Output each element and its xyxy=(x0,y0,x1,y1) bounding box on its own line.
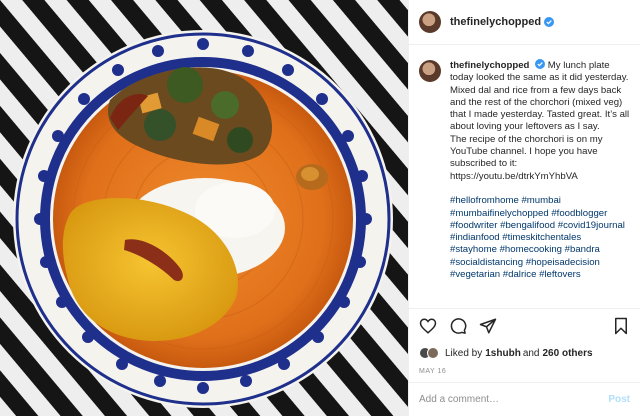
add-comment-bar: Add a comment… Post xyxy=(409,382,640,416)
heart-icon[interactable] xyxy=(419,317,437,335)
comment-icon[interactable] xyxy=(449,317,467,335)
bookmark-icon[interactable] xyxy=(612,317,630,335)
author-username[interactable]: thefinelychopped xyxy=(450,16,541,28)
caption-username[interactable]: thefinelychopped xyxy=(450,60,529,71)
caption-line-2: The recipe of the chorchori is on my You… xyxy=(450,133,603,170)
post-header: thefinelychopped xyxy=(409,0,640,45)
post-photo[interactable] xyxy=(0,0,408,416)
verified-badge-icon xyxy=(544,17,555,27)
comment-input[interactable]: Add a comment… xyxy=(419,394,608,405)
post-side-panel: thefinelychopped thefinelychopped My lun… xyxy=(408,0,640,416)
likes-prefix: Liked by xyxy=(445,347,483,359)
likes-summary: Liked by 1shubh and 260 others xyxy=(409,342,640,362)
food-plate-image xyxy=(0,0,408,416)
likes-user[interactable]: 1shubh xyxy=(485,348,521,359)
caption-area: thefinelychopped My lunch plate today lo… xyxy=(409,45,640,308)
action-bar xyxy=(409,308,640,342)
caption-row: thefinelychopped My lunch plate today lo… xyxy=(419,59,630,281)
caption-hashtags[interactable]: #hellofromhome #mumbai #mumbaifinelychop… xyxy=(450,195,630,281)
post-comment-button[interactable]: Post xyxy=(608,394,630,405)
post-date[interactable]: MAY 16 xyxy=(409,362,640,382)
caption-avatar[interactable] xyxy=(419,60,441,82)
likes-count[interactable]: 260 others xyxy=(543,348,593,359)
verified-badge-icon xyxy=(535,59,546,69)
instagram-post: thefinelychopped thefinelychopped My lun… xyxy=(0,0,640,416)
share-icon[interactable] xyxy=(479,317,497,335)
caption-text: thefinelychopped My lunch plate today lo… xyxy=(450,59,630,281)
liker-avatar xyxy=(427,347,439,359)
caption-link[interactable]: https://youtu.be/dtrkYmYhbVA xyxy=(450,171,630,183)
liker-avatars xyxy=(419,347,439,359)
likes-middle: and xyxy=(522,347,540,359)
author-avatar[interactable] xyxy=(419,11,441,33)
